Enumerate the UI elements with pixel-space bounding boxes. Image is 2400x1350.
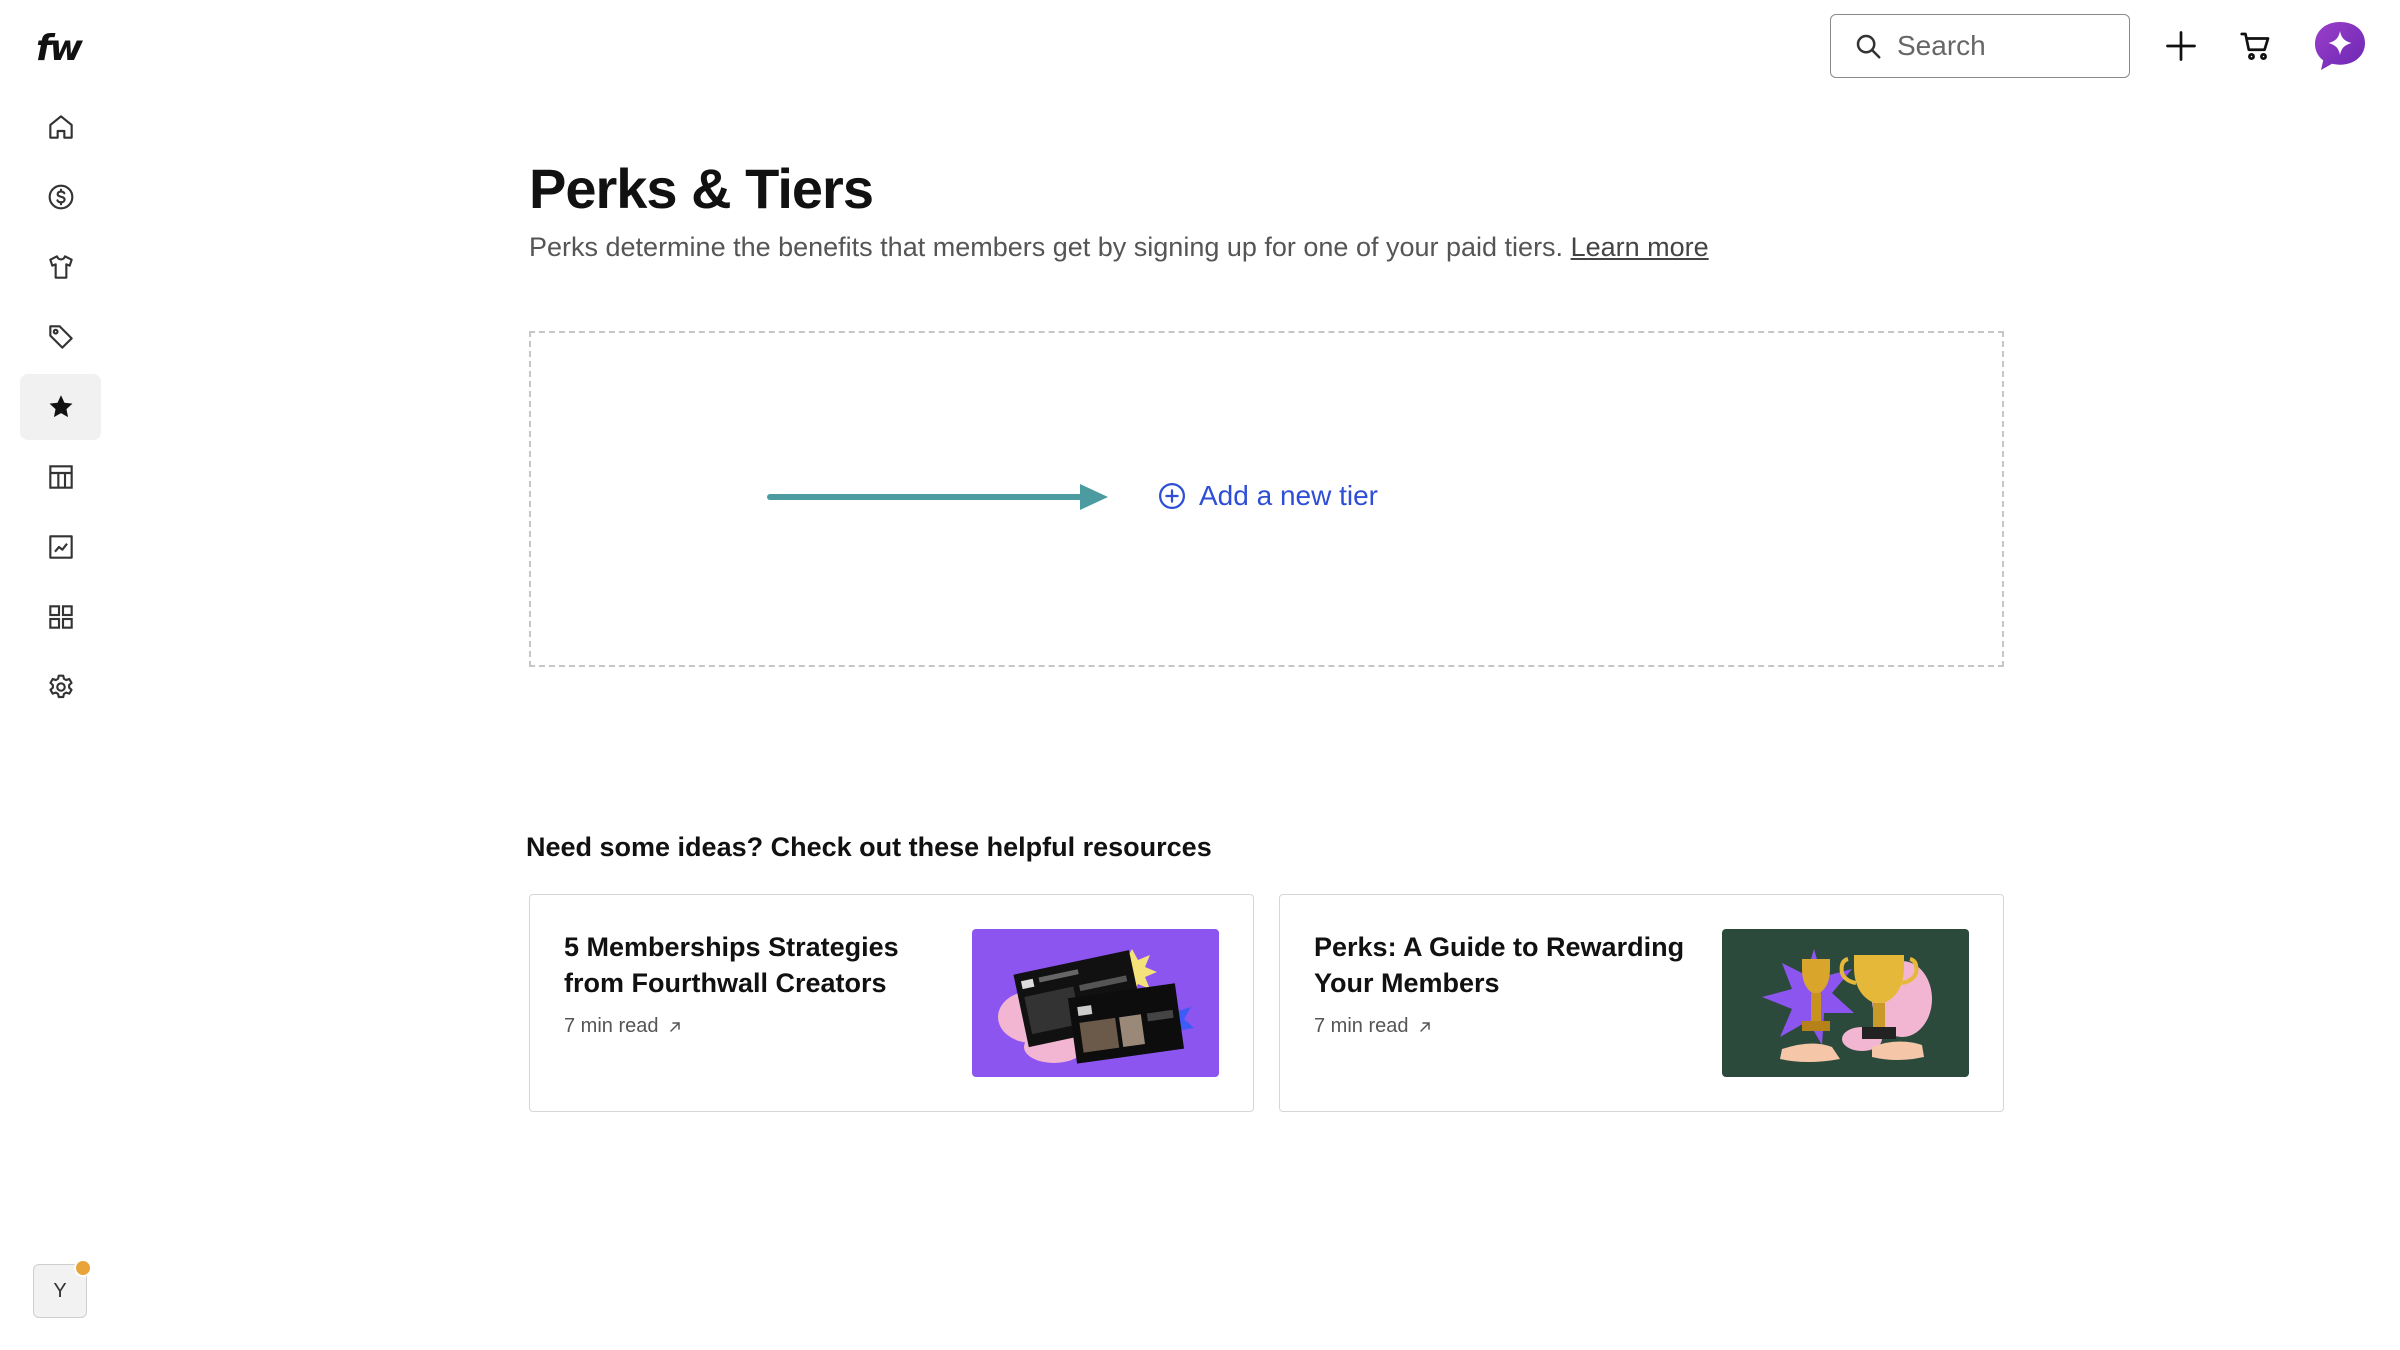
gear-icon (48, 674, 73, 699)
create-button[interactable] (2157, 22, 2205, 70)
arrow-annotation (767, 494, 1087, 500)
resource-card-title: 5 Memberships Strategies from Fourthwall… (564, 932, 899, 998)
resource-card[interactable]: Perks: A Guide to Rewarding Your Members… (1279, 894, 2004, 1112)
read-time: 7 min read (1314, 1015, 1409, 1037)
sparkle-chat-icon (2315, 22, 2365, 70)
memberships-illustration (972, 929, 1219, 1077)
sidebar-item-perks[interactable] (20, 374, 101, 440)
dollar-circle-icon (48, 184, 73, 210)
sidebar-item-promotions[interactable] (20, 304, 101, 370)
add-tier-label: Add a new tier (1199, 480, 1378, 511)
search-box[interactable] (1830, 14, 2130, 78)
page-title: Perks & Tiers (529, 157, 874, 220)
sidebar-item-products[interactable] (20, 234, 101, 300)
apps-grid-icon (48, 605, 73, 629)
search-icon (1856, 34, 1881, 59)
description-text: Perks determine the benefits that member… (529, 232, 1564, 262)
resource-card-meta: 7 min read (564, 1015, 683, 1038)
external-arrow-icon (1419, 1021, 1430, 1032)
tag-icon (48, 325, 73, 349)
plus-circle-icon (1159, 483, 1185, 509)
resource-card-title: Perks: A Guide to Rewarding Your Members (1314, 932, 1685, 998)
layout-icon (48, 465, 73, 489)
page-description: Perks determine the benefits that member… (529, 232, 1709, 263)
arrow-annotation-head (1080, 484, 1108, 510)
cart-button[interactable] (2232, 22, 2280, 70)
add-tier-button[interactable]: Add a new tier (1157, 480, 1378, 512)
read-time: 7 min read (564, 1015, 659, 1037)
sidebar-item-home[interactable] (20, 94, 101, 160)
learn-more-link[interactable]: Learn more (1571, 232, 1709, 262)
cart-icon (2240, 32, 2270, 60)
sidebar-item-apps[interactable] (20, 584, 101, 650)
home-icon (48, 115, 73, 139)
search-input[interactable] (1895, 29, 2099, 63)
sidebar-item-settings[interactable] (20, 654, 101, 720)
star-icon (49, 395, 72, 418)
tshirt-icon (48, 255, 73, 279)
fourthwall-logo[interactable]: fw (36, 28, 83, 69)
notification-dot (74, 1259, 92, 1277)
user-avatar[interactable]: Y (33, 1259, 92, 1318)
plus-icon (2166, 31, 2196, 61)
sidebar-item-payouts[interactable] (20, 164, 101, 230)
resource-card-thumbnail (972, 929, 1219, 1077)
trophy-illustration (1722, 929, 1969, 1077)
sidebar-item-layout[interactable] (20, 444, 101, 510)
resource-card-thumbnail (1722, 929, 1969, 1077)
user-initial: Y (53, 1279, 67, 1302)
external-arrow-icon (669, 1021, 680, 1032)
resources-heading: Need some ideas? Check out these helpful… (526, 832, 1212, 862)
sidebar-item-analytics[interactable] (20, 514, 101, 580)
assistant-button[interactable] (2312, 20, 2368, 72)
resource-card[interactable]: 5 Memberships Strategies from Fourthwall… (529, 894, 1254, 1112)
resource-card-meta: 7 min read (1314, 1015, 1433, 1038)
analytics-icon (48, 535, 73, 559)
